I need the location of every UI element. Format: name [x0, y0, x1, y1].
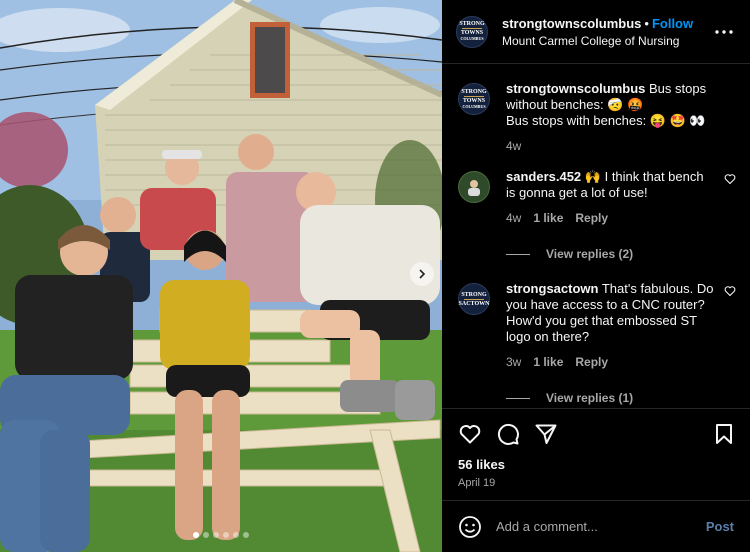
- chevron-right-icon: [419, 269, 426, 279]
- reply-button[interactable]: Reply: [575, 211, 608, 225]
- caption-time[interactable]: 4w: [506, 139, 521, 153]
- comments-list[interactable]: STRONG TOWNS COLUMBUS strongtownscolumbu…: [442, 65, 750, 408]
- carousel-indicator: [0, 532, 442, 538]
- comment-username[interactable]: sanders.452: [506, 169, 581, 184]
- comment-icon[interactable]: [496, 422, 520, 446]
- view-replies-label: View replies (1): [546, 391, 634, 405]
- avatar[interactable]: STRONG TOWNS COLUMBUS: [456, 15, 488, 48]
- heart-icon[interactable]: [458, 422, 482, 446]
- carousel-dot: [203, 532, 209, 538]
- comment-time[interactable]: 3w: [506, 355, 521, 369]
- post-date[interactable]: April 19: [458, 477, 736, 489]
- avatar[interactable]: STRONG TOWNS COLUMBUS: [458, 83, 490, 115]
- share-icon[interactable]: [534, 422, 558, 446]
- avatar-text: STRONG: [461, 291, 487, 298]
- comment-time[interactable]: 4w: [506, 211, 521, 225]
- emoji-icon[interactable]: [458, 515, 482, 539]
- comment-input[interactable]: [496, 519, 706, 534]
- comment-item: STRONG SACTOWN strongsactown That's fabu…: [458, 281, 736, 369]
- likes-count[interactable]: 56 likes: [458, 457, 736, 472]
- post-header: STRONG TOWNS COLUMBUS strongtownscolumbu…: [442, 0, 750, 64]
- avatar-text: STRONG: [461, 88, 487, 95]
- post-comment-button[interactable]: Post: [706, 519, 734, 534]
- avatar[interactable]: STRONG SACTOWN: [458, 283, 490, 315]
- follow-button[interactable]: Follow: [652, 16, 693, 31]
- view-replies-button[interactable]: View replies (1): [506, 391, 736, 405]
- view-replies-button[interactable]: View replies (2): [506, 247, 736, 261]
- avatar-text: COLUMBUS: [460, 36, 484, 41]
- separator: •: [644, 15, 649, 31]
- comment-item: sanders.452 🙌 I think that bench is gonn…: [458, 169, 736, 225]
- post-actions: 56 likes April 19: [442, 408, 750, 489]
- caption-username[interactable]: strongtownscolumbus: [506, 81, 645, 96]
- more-options-button[interactable]: [712, 20, 736, 44]
- user-photo-icon: [468, 180, 480, 196]
- post-photo[interactable]: [0, 0, 442, 552]
- username-link[interactable]: strongtownscolumbus: [502, 16, 641, 31]
- comment-username[interactable]: strongsactown: [506, 281, 598, 296]
- post-side-panel: STRONG TOWNS COLUMBUS strongtownscolumbu…: [442, 0, 750, 552]
- avatar-text: COLUMBUS: [462, 103, 486, 109]
- caption-text: Bus stops with benches: 😝 🤩 👀: [506, 113, 706, 128]
- carousel-dot: [223, 532, 229, 538]
- view-replies-label: View replies (2): [546, 247, 634, 261]
- carousel-dot: [233, 532, 239, 538]
- like-comment-heart-icon[interactable]: [724, 173, 736, 185]
- carousel-dot: [213, 532, 219, 538]
- avatar[interactable]: [458, 171, 490, 203]
- bookmark-icon[interactable]: [712, 422, 736, 446]
- comment-likes[interactable]: 1 like: [533, 211, 563, 225]
- more-dots-icon: [715, 29, 733, 34]
- add-comment-bar: Post: [442, 500, 750, 552]
- carousel-dot: [193, 532, 199, 538]
- caption: STRONG TOWNS COLUMBUS strongtownscolumbu…: [458, 81, 736, 153]
- carousel-next-button[interactable]: [410, 262, 434, 286]
- location-link[interactable]: Mount Carmel College of Nursing: [502, 34, 712, 48]
- carousel-dot: [243, 532, 249, 538]
- like-comment-heart-icon[interactable]: [724, 285, 736, 297]
- group-photo-illustration: [0, 0, 442, 552]
- comment-likes[interactable]: 1 like: [533, 355, 563, 369]
- reply-button[interactable]: Reply: [575, 355, 608, 369]
- avatar-text: SACTOWN: [458, 300, 490, 307]
- avatar-text: STRONG: [459, 21, 485, 27]
